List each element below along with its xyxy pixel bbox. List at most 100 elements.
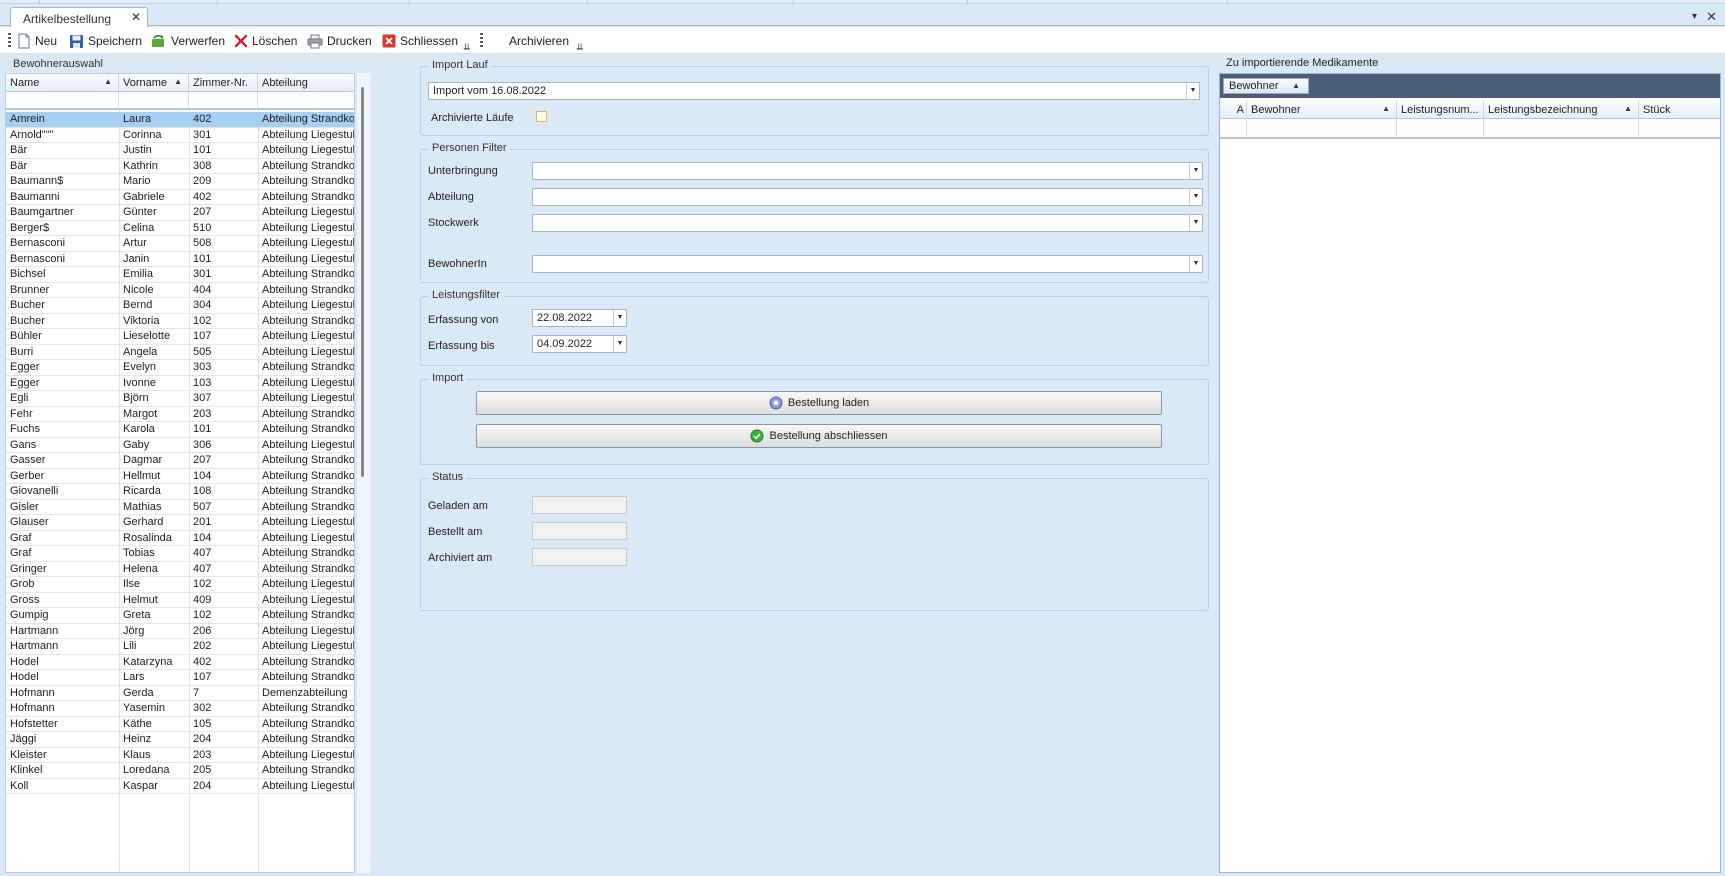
chevron-down-icon[interactable]: ▼ [1186, 83, 1199, 99]
table-row[interactable]: Bernasconi Janin 101 Abteilung Liegestuhl [6, 252, 354, 267]
complete-order-button[interactable]: Bestellung abschliessen [476, 424, 1162, 448]
table-row[interactable]: Koll Kaspar 204 Abteilung Liegestuhl [6, 779, 354, 794]
table-row[interactable]: Hodel Katarzyna 402 Abteilung Strandkorb [6, 655, 354, 670]
table-row[interactable]: Gumpig Greta 102 Abteilung Strandkorb [6, 608, 354, 624]
column-header-quantity[interactable]: Stück [1639, 101, 1721, 119]
filter-cell-quantity[interactable] [1639, 119, 1721, 138]
table-row[interactable]: Fehr Margot 203 Abteilung Strandkorb [6, 407, 354, 422]
filter-cell-service-number[interactable] [1397, 119, 1484, 138]
table-row[interactable]: Gringer Helena 407 Abteilung Strandkorb [6, 562, 354, 577]
table-row[interactable]: Bucher Viktoria 102 Abteilung Strandkorb [6, 314, 354, 329]
filter-cell-first-name[interactable] [119, 92, 189, 109]
table-row[interactable]: Fuchs Karola 101 Abteilung Strandkorb [6, 422, 354, 438]
column-header-room[interactable]: Zimmer-Nr. [189, 74, 258, 92]
medications-grid[interactable]: Bewohner ▲ A Bewohner ▲ Leistungsnum... … [1219, 73, 1721, 873]
archive-button[interactable]: Archivieren [509, 33, 569, 49]
column-header-first-name[interactable]: Vorname ▲ [119, 74, 189, 92]
table-row[interactable]: Arnold""" Corinna 301 Abteilung Liegestuhl [6, 128, 354, 143]
medications-filter-row[interactable] [1220, 119, 1720, 139]
table-row[interactable]: Egger Evelyn 303 Abteilung Strandkorb [6, 360, 354, 376]
table-row[interactable]: Grob Ilse 102 Abteilung Liegestuhl [6, 577, 354, 593]
toolbar-grip[interactable] [8, 33, 11, 48]
table-row[interactable]: Gerber Hellmut 104 Abteilung Strandkorb [6, 469, 354, 484]
chevron-down-icon[interactable]: ▼ [1189, 256, 1202, 272]
discard-button[interactable]: Verwerfen [150, 33, 225, 49]
table-row[interactable]: Egli Björn 307 Abteilung Liegestuhl [6, 391, 354, 407]
table-row[interactable]: Burri Angela 505 Abteilung Liegestuhl [6, 345, 354, 360]
table-row[interactable]: Hodel Lars 107 Abteilung Strandkorb [6, 670, 354, 686]
capture-from-date[interactable]: 22.08.2022 ▼ [532, 309, 627, 327]
table-row[interactable]: Bucher Bernd 304 Abteilung Liegestuhl [6, 298, 354, 314]
filter-cell-service-name[interactable] [1484, 119, 1639, 138]
column-header-service-number[interactable]: Leistungsnum... [1397, 101, 1484, 119]
table-row[interactable]: Gross Helmut 409 Abteilung Liegestuhl [6, 593, 354, 608]
column-header-department[interactable]: Abteilung [258, 74, 354, 92]
delete-button[interactable]: Löschen [234, 33, 297, 49]
calendar-dropdown-icon[interactable]: ▼ [613, 310, 626, 326]
column-header-a[interactable]: A [1220, 101, 1247, 119]
load-order-button[interactable]: Bestellung laden [476, 391, 1162, 415]
table-row[interactable]: Hofmann Yasemin 302 Abteilung Strandkorb [6, 701, 354, 717]
table-row[interactable]: Graf Tobias 407 Abteilung Strandkorb [6, 546, 354, 562]
resident-grid[interactable]: Name ▲ Vorname ▲ Zimmer-Nr. Abteilung Am… [5, 73, 355, 873]
table-row[interactable]: Brunner Nicole 404 Abteilung Strandkorb [6, 283, 354, 298]
table-row[interactable]: Amrein Laura 402 Abteilung Strandkorb [6, 112, 354, 128]
resident-filter-row[interactable] [6, 92, 354, 110]
toolbar-grip-2[interactable] [480, 33, 483, 48]
archived-runs-checkbox[interactable] [536, 111, 547, 122]
filter-cell-name[interactable] [6, 92, 119, 109]
table-row[interactable]: Bär Kathrin 308 Abteilung Strandkorb [6, 159, 354, 174]
capture-to-date[interactable]: 04.09.2022 ▼ [532, 335, 627, 353]
table-row[interactable]: Gisler Mathias 507 Abteilung Strandkorb [6, 500, 354, 515]
resident-combo[interactable]: ▼ [532, 255, 1203, 273]
chevron-down-icon[interactable]: ▼ [1189, 215, 1202, 231]
column-header-name[interactable]: Name ▲ [6, 74, 119, 92]
resident-grid-scrollbar[interactable] [357, 73, 371, 873]
table-row[interactable]: Glauser Gerhard 201 Abteilung Liegestuhl [6, 515, 354, 531]
department-combo[interactable]: ▼ [532, 188, 1203, 206]
filter-cell-department[interactable] [258, 92, 354, 109]
table-row[interactable]: Baumgartner Günter 207 Abteilung Liegestuhl [6, 205, 354, 221]
floor-combo[interactable]: ▼ [532, 214, 1203, 232]
table-row[interactable]: Hofstetter Käthe 105 Abteilung Strandkorb [6, 717, 354, 732]
table-row[interactable]: Klinkel Loredana 205 Abteilung Strandkorb [6, 763, 354, 779]
filter-cell-a[interactable] [1220, 119, 1247, 138]
table-row[interactable]: Hartmann Jörg 206 Abteilung Liegestuhl [6, 624, 354, 639]
housing-combo[interactable]: ▼ [532, 162, 1203, 180]
column-header-resident[interactable]: Bewohner ▲ [1247, 101, 1397, 119]
table-row[interactable]: Bichsel Emilia 301 Abteilung Strandkorb [6, 267, 354, 283]
new-button[interactable]: Neu [17, 33, 57, 49]
window-menu-icon[interactable]: ▾ [1692, 11, 1697, 22]
print-button[interactable]: Drucken [307, 33, 372, 49]
table-row[interactable]: Giovanelli Ricarda 108 Abteilung Strandkorb [6, 484, 354, 500]
tab-close-icon[interactable]: ✕ [131, 10, 141, 24]
group-chip-resident[interactable]: Bewohner ▲ [1223, 78, 1309, 94]
table-row[interactable]: Graf Rosalinda 104 Abteilung Liegestuhl [6, 531, 354, 546]
table-row[interactable]: Bühler Lieselotte 107 Abteilung Liegestuhl [6, 329, 354, 345]
table-row[interactable]: Berger$ Celina 510 Abteilung Liegestuhl [6, 221, 354, 236]
column-header-service-name[interactable]: Leistungsbezeichnung ▲ [1484, 101, 1639, 119]
table-row[interactable]: Bär Justin 101 Abteilung Liegestuhl [6, 143, 354, 159]
table-row[interactable]: Bernasconi Artur 508 Abteilung Liegestuhl [6, 236, 354, 252]
table-row[interactable]: Baumann$ Mario 209 Abteilung Strandkorb [6, 174, 354, 190]
table-row[interactable]: Gans Gaby 306 Abteilung Liegestuhl [6, 438, 354, 453]
table-row[interactable]: Jäggi Heinz 204 Abteilung Strandkorb [6, 732, 354, 748]
save-button[interactable]: Speichern [69, 33, 142, 49]
close-button[interactable]: Schliessen [382, 33, 458, 49]
table-row[interactable]: Gasser Dagmar 207 Abteilung Strandkorb [6, 453, 354, 469]
toolbar-overflow-icon-2[interactable]: ⇊ [576, 42, 584, 53]
resident-grid-scroll-thumb[interactable] [361, 87, 364, 477]
chevron-down-icon[interactable]: ▼ [1189, 189, 1202, 205]
table-row[interactable]: Kleister Klaus 203 Abteilung Liegestuhl [6, 748, 354, 763]
calendar-dropdown-icon[interactable]: ▼ [613, 336, 626, 352]
table-row[interactable]: Egger Ivonne 103 Abteilung Liegestuhl [6, 376, 354, 391]
table-row[interactable]: Hofmann Gerda 7 Demenzabteilung [6, 686, 354, 701]
table-row[interactable]: Hartmann Lili 202 Abteilung Liegestuhl [6, 639, 354, 655]
table-row[interactable]: Baumanni Gabriele 402 Abteilung Strandkorb [6, 190, 354, 205]
filter-cell-resident[interactable] [1247, 119, 1397, 138]
document-tab[interactable]: Artikelbestellung ✕ [10, 7, 148, 27]
filter-cell-room[interactable] [189, 92, 258, 109]
import-run-combo[interactable]: Import vom 16.08.2022 ▼ [428, 82, 1200, 100]
window-close-icon[interactable]: ✕ [1706, 9, 1717, 25]
chevron-down-icon[interactable]: ▼ [1189, 163, 1202, 179]
